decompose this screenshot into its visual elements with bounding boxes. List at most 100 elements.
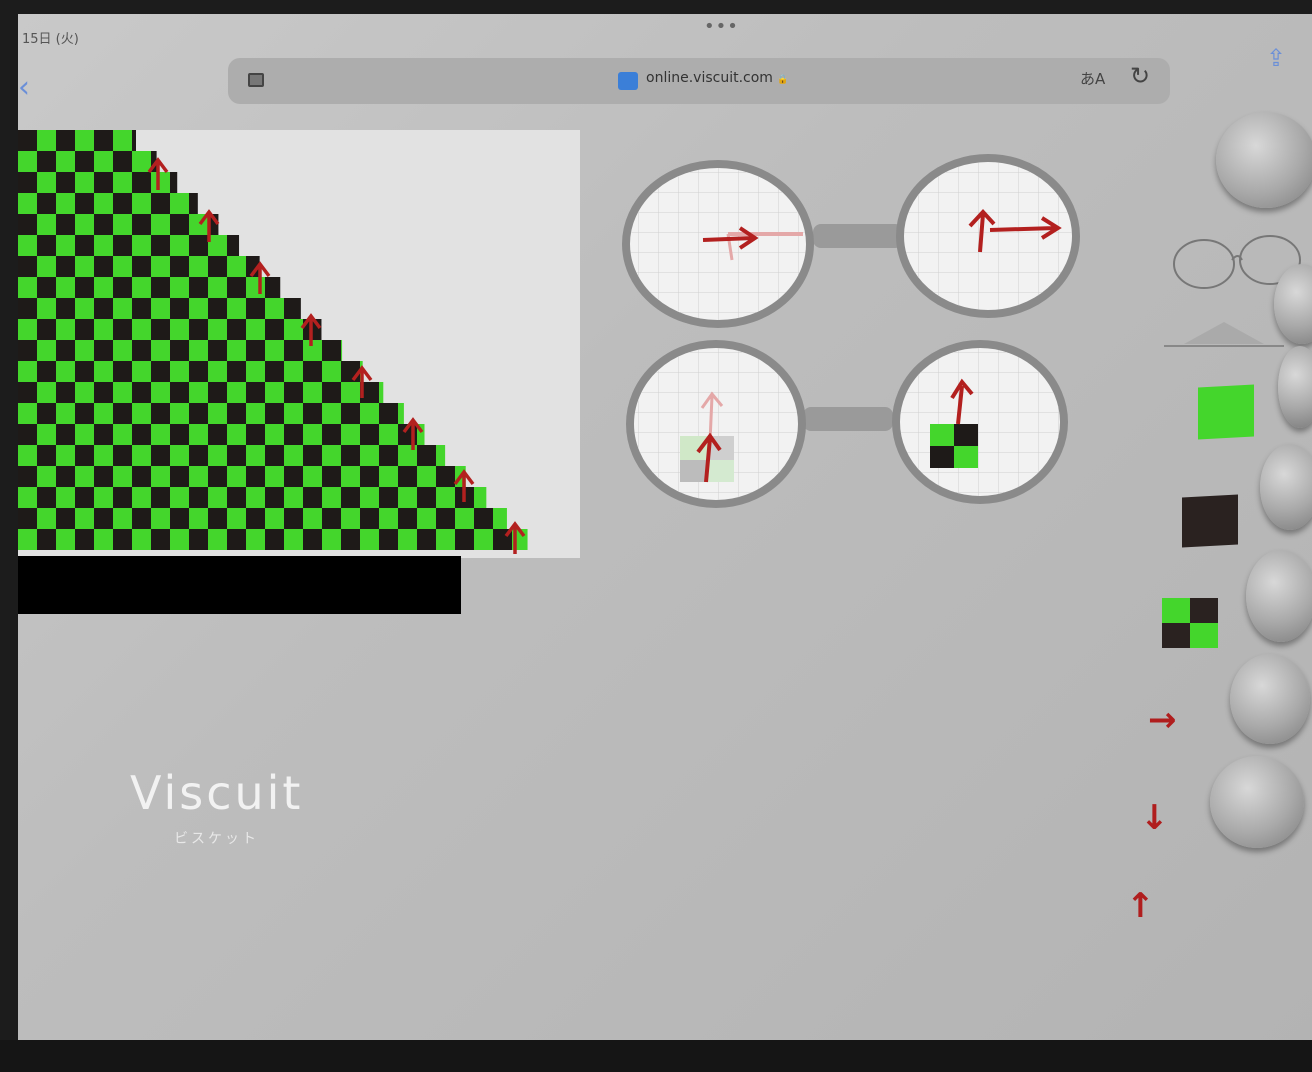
text-size-button[interactable]: あA [1080, 68, 1105, 89]
checker-cell [474, 487, 487, 508]
checker-cell [189, 298, 208, 319]
checker-cell [56, 214, 75, 235]
reload-icon[interactable]: ↻ [1130, 62, 1150, 90]
checker-cell [189, 382, 208, 403]
checker-cell [265, 340, 284, 361]
back-icon[interactable]: ‹ [18, 70, 30, 105]
multitask-dots[interactable]: ••• [704, 16, 739, 37]
checker-cell [208, 235, 227, 256]
checker-cell [18, 130, 37, 151]
checker-cell [246, 466, 265, 487]
checker-cell [189, 466, 208, 487]
checker-cell [284, 529, 303, 550]
checker-cell [246, 298, 265, 319]
checker-cell [227, 298, 246, 319]
checker-cell [94, 529, 113, 550]
ipad-screen: 15日 (火) ••• ‹ online.viscuit.com 🔒 あA ↻ … [18, 14, 1312, 1054]
checker-cell [56, 277, 75, 298]
checker-cell [113, 340, 132, 361]
redacted-bar [18, 556, 461, 614]
undo-icon[interactable] [1230, 654, 1310, 744]
share-icon[interactable]: ⇪ [1266, 44, 1286, 72]
checker-cell [151, 214, 170, 235]
pencil-tool-button[interactable] [1216, 112, 1312, 208]
arrow-right-part[interactable]: → [1148, 700, 1177, 740]
checker-cell [18, 172, 37, 193]
checker-cell [417, 529, 436, 550]
checker-cell [37, 445, 56, 466]
checker-cell [170, 403, 189, 424]
checker-cell [208, 403, 227, 424]
gear-icon[interactable] [1260, 444, 1312, 530]
checker-cell [113, 529, 132, 550]
checker-cell [227, 361, 246, 382]
checker-cell [56, 445, 75, 466]
checker-cell [227, 277, 246, 298]
checker-cell [75, 151, 94, 172]
checker-cell [151, 529, 170, 550]
checker-cell [75, 130, 94, 151]
dark-square-part[interactable] [1182, 494, 1238, 548]
side-button-2[interactable] [1278, 346, 1312, 428]
checker-cell [322, 529, 341, 550]
checker-cell [360, 508, 379, 529]
checker-cell [265, 382, 284, 403]
green-square-part[interactable] [1198, 384, 1254, 440]
checker-cell [37, 340, 56, 361]
checker-cell [303, 382, 322, 403]
checker-cell [379, 445, 398, 466]
checker-cell [151, 235, 170, 256]
checker-cell [18, 214, 37, 235]
rule-glasses-1[interactable] [622, 154, 1080, 328]
checker-cell [208, 424, 227, 445]
share-world-button[interactable] [1210, 756, 1304, 848]
checker-cell [170, 508, 189, 529]
checker-cell [227, 445, 246, 466]
checker-cell [37, 151, 56, 172]
checker-cell [189, 193, 198, 214]
checker-cell [151, 172, 170, 193]
checker-cell [284, 424, 303, 445]
checker-part[interactable] [1162, 598, 1218, 648]
checker-cell [436, 466, 455, 487]
checker-cell [75, 424, 94, 445]
checker-cell [151, 340, 170, 361]
checker-cell [417, 445, 436, 466]
stage-tool-icon[interactable] [1164, 304, 1284, 348]
checker-cell [56, 319, 75, 340]
checker-cell [284, 340, 303, 361]
address-bar[interactable]: online.viscuit.com 🔒 あA ↻ [228, 58, 1170, 104]
checker-cell [303, 403, 322, 424]
checker-cell [398, 529, 417, 550]
screen-toggle-button[interactable] [1246, 550, 1312, 642]
checker-cell [18, 529, 37, 550]
rule-glasses-2[interactable] [626, 340, 1068, 508]
checker-cell [37, 529, 56, 550]
checker-cell [94, 403, 113, 424]
checker-cell [37, 193, 56, 214]
checker-cell [151, 466, 170, 487]
checker-cell [113, 508, 132, 529]
checker-cell [18, 403, 37, 424]
checker-cell [322, 445, 341, 466]
checker-cell [113, 361, 132, 382]
checker-cell [18, 193, 37, 214]
rule-area[interactable] [618, 152, 1088, 512]
site-favicon-icon [618, 72, 638, 90]
checker-cell [189, 403, 208, 424]
arrow-up-part[interactable]: ↑ [1126, 886, 1155, 926]
stage-canvas[interactable] [18, 130, 580, 558]
tabs-icon[interactable] [248, 73, 264, 87]
checker-cell [132, 466, 151, 487]
checker-cell [227, 487, 246, 508]
checker-cell [56, 403, 75, 424]
checker-cell [303, 361, 322, 382]
url-text[interactable]: online.viscuit.com 🔒 [646, 70, 789, 86]
arrow-down-part[interactable]: ↓ [1140, 798, 1169, 838]
checker-cell [75, 466, 94, 487]
checker-cell [208, 466, 227, 487]
checker-cell [246, 277, 265, 298]
checker-cell [436, 508, 455, 529]
checker-cell [170, 319, 189, 340]
checker-cell [170, 466, 189, 487]
